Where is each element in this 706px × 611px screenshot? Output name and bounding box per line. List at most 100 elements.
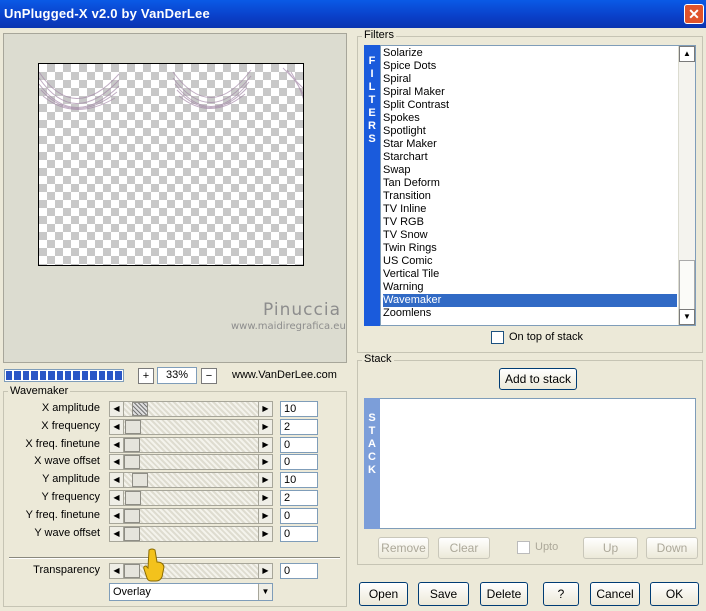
- param-slider[interactable]: ◀ ▶: [109, 526, 273, 542]
- filter-item[interactable]: TV Snow: [383, 229, 677, 242]
- slider-right-arrow-icon[interactable]: ▶: [258, 473, 272, 487]
- slider-thumb[interactable]: [124, 438, 140, 452]
- filter-item[interactable]: Tan Deform: [383, 177, 677, 190]
- save-button[interactable]: Save: [418, 582, 469, 606]
- param-slider[interactable]: ◀ ▶: [109, 454, 273, 470]
- slider-left-arrow-icon[interactable]: ◀: [110, 564, 124, 578]
- param-value-field[interactable]: 10: [280, 472, 318, 488]
- param-label: Y frequency: [41, 491, 100, 503]
- slider-right-arrow-icon[interactable]: ▶: [258, 564, 272, 578]
- cancel-button[interactable]: Cancel: [590, 582, 640, 606]
- scroll-thumb[interactable]: [679, 260, 695, 310]
- filter-item[interactable]: Spiral: [383, 73, 677, 86]
- filter-item[interactable]: Spokes: [383, 112, 677, 125]
- ok-button[interactable]: OK: [650, 582, 699, 606]
- remove-button[interactable]: Remove: [378, 537, 429, 559]
- delete-button[interactable]: Delete: [480, 582, 528, 606]
- filter-item[interactable]: Swap: [383, 164, 677, 177]
- filter-item[interactable]: Star Maker: [383, 138, 677, 151]
- slider-right-arrow-icon[interactable]: ▶: [258, 438, 272, 452]
- slider-left-arrow-icon[interactable]: ◀: [110, 402, 124, 416]
- filter-item[interactable]: Zoomlens: [383, 307, 677, 320]
- clear-button[interactable]: Clear: [438, 537, 490, 559]
- slider-left-arrow-icon[interactable]: ◀: [110, 438, 124, 452]
- progress-segment: [56, 371, 63, 380]
- help-button[interactable]: ?: [543, 582, 579, 606]
- param-slider[interactable]: ◀ ▶: [109, 490, 273, 506]
- filter-item[interactable]: Solarize: [383, 47, 677, 60]
- slider-thumb[interactable]: [124, 455, 140, 469]
- filter-item[interactable]: Vertical Tile: [383, 268, 677, 281]
- filter-item[interactable]: Transition: [383, 190, 677, 203]
- slider-thumb[interactable]: [131, 402, 148, 416]
- blend-mode-select[interactable]: Overlay ▼: [109, 583, 273, 601]
- slider-right-arrow-icon[interactable]: ▶: [258, 402, 272, 416]
- slider-left-arrow-icon[interactable]: ◀: [110, 527, 124, 541]
- slider-thumb[interactable]: [124, 527, 140, 541]
- scroll-up-icon[interactable]: ▲: [679, 46, 695, 62]
- filter-list[interactable]: Solarize Spice Dots Spiral Spiral Maker Spli…: [380, 45, 696, 326]
- slider-thumb[interactable]: [124, 509, 140, 523]
- param-slider[interactable]: ◀ ▶: [109, 508, 273, 524]
- slider-thumb[interactable]: [125, 420, 142, 434]
- zoom-level: 33%: [157, 367, 197, 384]
- progress-segment: [6, 371, 13, 380]
- filter-item[interactable]: Spiral Maker: [383, 86, 677, 99]
- filter-item[interactable]: TV RGB: [383, 216, 677, 229]
- filter-item[interactable]: Starchart: [383, 151, 677, 164]
- param-value-field[interactable]: 0: [280, 563, 318, 579]
- stack-list[interactable]: [364, 398, 696, 529]
- zoom-out-button[interactable]: −: [201, 368, 217, 384]
- param-slider[interactable]: ◀ ▶: [109, 563, 273, 579]
- up-button[interactable]: Up: [583, 537, 638, 559]
- param-value-field[interactable]: 10: [280, 401, 318, 417]
- watermark-site: www.maidiregrafica.eu: [231, 321, 346, 332]
- filter-item[interactable]: TV Inline: [383, 203, 677, 216]
- param-value-field[interactable]: 0: [280, 454, 318, 470]
- slider-right-arrow-icon[interactable]: ▶: [258, 491, 272, 505]
- filter-item[interactable]: US Comic: [383, 255, 677, 268]
- slider-left-arrow-icon[interactable]: ◀: [110, 473, 124, 487]
- filter-item[interactable]: Spotlight: [383, 125, 677, 138]
- slider-thumb[interactable]: [125, 491, 142, 505]
- scroll-down-icon[interactable]: ▼: [679, 309, 695, 325]
- progress-segment: [90, 371, 97, 380]
- filter-item[interactable]: Warning: [383, 281, 677, 294]
- open-button[interactable]: Open: [359, 582, 408, 606]
- close-button[interactable]: ✕: [684, 4, 704, 24]
- param-value-field[interactable]: 2: [280, 490, 318, 506]
- filter-scrollbar[interactable]: ▲ ▼: [678, 46, 695, 325]
- slider-right-arrow-icon[interactable]: ▶: [258, 527, 272, 541]
- filter-item[interactable]: Twin Rings: [383, 242, 677, 255]
- param-slider[interactable]: ◀ ▶: [109, 419, 273, 435]
- param-value-field[interactable]: 0: [280, 526, 318, 542]
- slider-left-arrow-icon[interactable]: ◀: [110, 420, 124, 434]
- slider-left-arrow-icon[interactable]: ◀: [110, 455, 124, 469]
- wave-overlay: [39, 67, 303, 110]
- zoom-in-button[interactable]: +: [138, 368, 154, 384]
- slider-right-arrow-icon[interactable]: ▶: [258, 509, 272, 523]
- slider-left-arrow-icon[interactable]: ◀: [110, 509, 124, 523]
- filter-item[interactable]: Split Contrast: [383, 99, 677, 112]
- slider-left-arrow-icon[interactable]: ◀: [110, 491, 124, 505]
- stack-group-title: Stack: [362, 353, 394, 365]
- param-slider[interactable]: ◀ ▶: [109, 472, 273, 488]
- vanderlee-link[interactable]: www.VanDerLee.com: [232, 369, 337, 381]
- down-button[interactable]: Down: [646, 537, 698, 559]
- filter-item[interactable]: Wavemaker: [383, 294, 677, 307]
- slider-thumb[interactable]: [131, 473, 148, 487]
- progress-segment: [22, 371, 30, 380]
- slider-right-arrow-icon[interactable]: ▶: [258, 420, 272, 434]
- param-slider[interactable]: ◀ ▶: [109, 437, 273, 453]
- param-slider[interactable]: ◀ ▶: [109, 401, 273, 417]
- upto-checkbox[interactable]: [517, 541, 530, 554]
- add-to-stack-button[interactable]: Add to stack: [499, 368, 577, 390]
- slider-right-arrow-icon[interactable]: ▶: [258, 455, 272, 469]
- chevron-down-icon[interactable]: ▼: [258, 584, 272, 600]
- on-top-checkbox[interactable]: [491, 331, 504, 344]
- slider-thumb[interactable]: [124, 564, 140, 578]
- param-value-field[interactable]: 2: [280, 419, 318, 435]
- param-value-field[interactable]: 0: [280, 508, 318, 524]
- param-value-field[interactable]: 0: [280, 437, 318, 453]
- filter-item[interactable]: Spice Dots: [383, 60, 677, 73]
